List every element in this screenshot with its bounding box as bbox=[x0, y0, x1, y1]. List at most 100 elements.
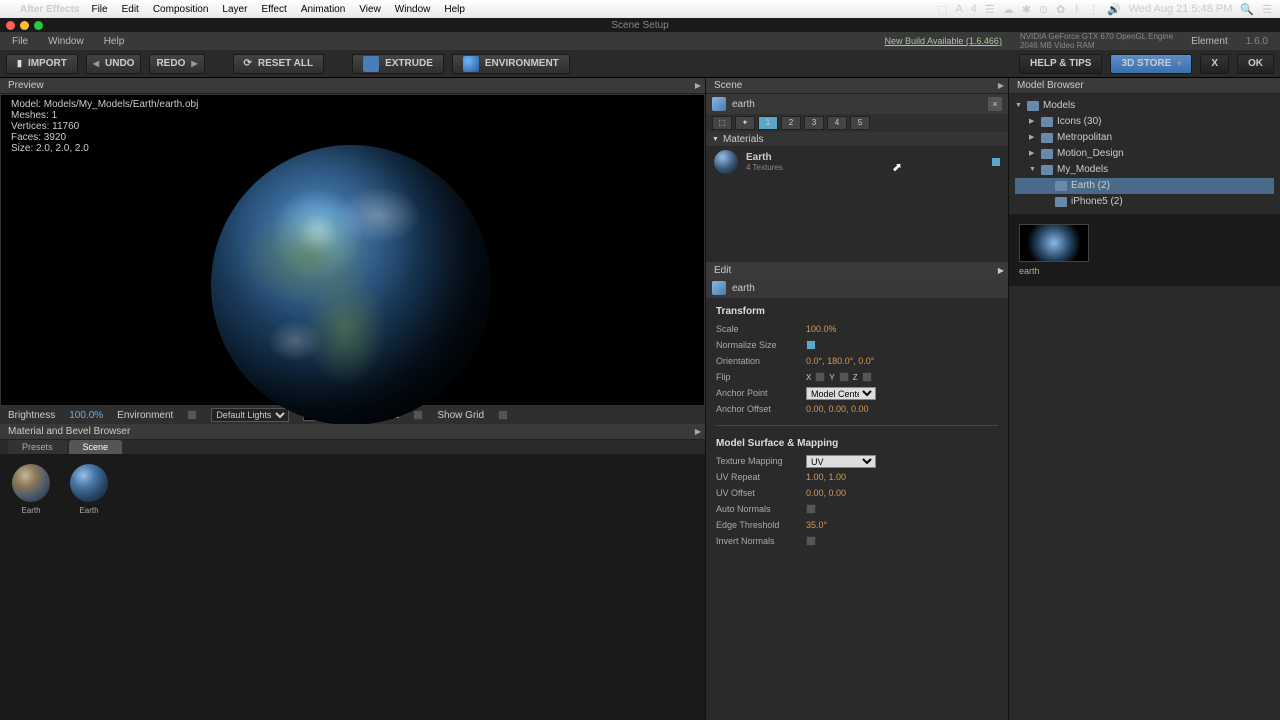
group-1-button[interactable]: 1 bbox=[758, 116, 778, 130]
tree-node-iphone5[interactable]: iPhone5 (2) bbox=[1015, 194, 1274, 210]
app-name[interactable]: After Effects bbox=[20, 4, 79, 15]
menu-animation[interactable]: Animation bbox=[301, 4, 345, 15]
group-4-button[interactable]: 4 bbox=[827, 116, 847, 130]
undo-button[interactable]: ◀UNDO bbox=[86, 54, 142, 74]
plugin-menu-window[interactable]: Window bbox=[48, 36, 84, 47]
menu-effect[interactable]: Effect bbox=[261, 4, 286, 15]
status-icon[interactable]: ☁ bbox=[1003, 3, 1014, 16]
invert-normals-checkbox[interactable] bbox=[806, 536, 816, 546]
wifi-icon[interactable]: ⋮ bbox=[1088, 3, 1099, 16]
preview-header: Preview ▶ bbox=[0, 78, 705, 94]
group-2-button[interactable]: 2 bbox=[781, 116, 801, 130]
matbrowser-header: Material and Bevel Browser ▶ bbox=[0, 424, 705, 440]
material-icon bbox=[714, 150, 738, 174]
plugin-menu-help[interactable]: Help bbox=[104, 36, 125, 47]
environment-label: Environment bbox=[117, 410, 173, 421]
status-icon[interactable]: ✿ bbox=[1056, 3, 1065, 16]
brightness-value[interactable]: 100.0% bbox=[69, 410, 103, 421]
menu-layer[interactable]: Layer bbox=[222, 4, 247, 15]
update-link[interactable]: New Build Available (1.6.466) bbox=[885, 36, 1002, 46]
spotlight-icon[interactable]: 🔍 bbox=[1240, 3, 1254, 16]
status-icon[interactable]: ☰ bbox=[985, 3, 995, 16]
tree-node-icons[interactable]: ▶Icons (30) bbox=[1015, 114, 1274, 130]
menu-composition[interactable]: Composition bbox=[153, 4, 209, 15]
tool-button[interactable]: ✦ bbox=[735, 116, 755, 130]
menu-view[interactable]: View bbox=[359, 4, 381, 15]
menu-window[interactable]: Window bbox=[395, 4, 431, 15]
material-preview-icon bbox=[70, 464, 108, 502]
earth-model[interactable] bbox=[211, 145, 491, 425]
normalize-checkbox[interactable] bbox=[806, 340, 816, 350]
remove-object-button[interactable]: × bbox=[988, 97, 1002, 111]
matbrowser-title: Material and Bevel Browser bbox=[8, 426, 130, 437]
environment-button[interactable]: ENVIRONMENT bbox=[452, 54, 570, 74]
ok-button[interactable]: OK bbox=[1237, 54, 1274, 74]
clock[interactable]: Wed Aug 21 5:48 PM bbox=[1129, 3, 1233, 15]
edge-threshold-value[interactable]: 35.0° bbox=[806, 520, 827, 530]
tab-presets[interactable]: Presets bbox=[8, 440, 67, 454]
flip-x[interactable] bbox=[815, 372, 825, 382]
menu-help[interactable]: Help bbox=[444, 4, 465, 15]
scene-object-row[interactable]: earth × bbox=[706, 94, 1008, 114]
flip-z[interactable] bbox=[862, 372, 872, 382]
tab-scene[interactable]: Scene bbox=[69, 440, 123, 454]
close-window-icon[interactable] bbox=[6, 21, 15, 30]
collapse-icon[interactable]: ▶ bbox=[695, 427, 701, 436]
tree-node-earth[interactable]: Earth (2) bbox=[1015, 178, 1274, 194]
extrude-button[interactable]: EXTRUDE bbox=[352, 54, 444, 74]
volume-icon[interactable]: 🔊 bbox=[1107, 3, 1121, 16]
import-button[interactable]: ▮ IMPORT bbox=[6, 54, 78, 74]
material-thumb[interactable]: Earth bbox=[68, 464, 110, 515]
tool-button[interactable]: ⬚ bbox=[712, 116, 732, 130]
menu-file[interactable]: File bbox=[91, 4, 107, 15]
texture-mapping-dropdown[interactable]: UV bbox=[806, 455, 876, 468]
anchor-offset-value[interactable]: 0.00, 0.00, 0.00 bbox=[806, 404, 869, 414]
collapse-icon[interactable]: ▶ bbox=[695, 81, 701, 90]
material-item[interactable]: Earth 4 Textures bbox=[706, 146, 1008, 178]
redo-button[interactable]: REDO▶ bbox=[149, 54, 204, 74]
status-icon[interactable]: ✱ bbox=[1022, 3, 1031, 16]
group-5-button[interactable]: 5 bbox=[850, 116, 870, 130]
help-button[interactable]: HELP & TIPS bbox=[1019, 54, 1103, 74]
status-icon[interactable]: ⊙ bbox=[1039, 3, 1048, 16]
collapse-icon[interactable]: ▶ bbox=[998, 266, 1004, 275]
lights-dropdown[interactable]: Default Lights bbox=[211, 408, 289, 422]
uv-repeat-value[interactable]: 1.00, 1.00 bbox=[806, 472, 846, 482]
orientation-value[interactable]: 0.0°, 180.0°, 0.0° bbox=[806, 356, 874, 366]
folder-icon bbox=[1041, 165, 1053, 175]
reset-button[interactable]: ⟳RESET ALL bbox=[233, 54, 325, 74]
scale-value[interactable]: 100.0% bbox=[806, 324, 837, 334]
flip-y[interactable] bbox=[839, 372, 849, 382]
extrude-icon bbox=[363, 56, 379, 72]
tree-node-models[interactable]: ▼Models bbox=[1015, 98, 1274, 114]
notification-icon[interactable]: ☰ bbox=[1262, 3, 1272, 16]
window-titlebar: Scene Setup bbox=[0, 18, 1280, 32]
zoom-window-icon[interactable] bbox=[34, 21, 43, 30]
status-icon[interactable]: ⬚ bbox=[937, 3, 947, 16]
grid-checkbox[interactable] bbox=[498, 410, 508, 420]
close-button[interactable]: X bbox=[1200, 54, 1229, 74]
thumbnail-label: earth bbox=[1019, 266, 1270, 276]
minimize-window-icon[interactable] bbox=[20, 21, 29, 30]
plugin-menu-file[interactable]: File bbox=[12, 36, 28, 47]
anchor-dropdown[interactable]: Model Center bbox=[806, 387, 876, 400]
plugin-menubar: File Window Help New Build Available (1.… bbox=[0, 32, 1280, 50]
group-3-button[interactable]: 3 bbox=[804, 116, 824, 130]
model-thumbnail[interactable] bbox=[1019, 224, 1089, 262]
materials-subheader[interactable]: ▼Materials bbox=[706, 132, 1008, 146]
store-button[interactable]: 3D STORE ▾ bbox=[1110, 54, 1192, 74]
status-icon[interactable]: 4 bbox=[971, 3, 977, 15]
tree-node-my-models[interactable]: ▼My_Models bbox=[1015, 162, 1274, 178]
uv-offset-value[interactable]: 0.00, 0.00 bbox=[806, 488, 846, 498]
bluetooth-icon[interactable]: ᚼ bbox=[1073, 3, 1080, 15]
draft-checkbox[interactable] bbox=[413, 410, 423, 420]
auto-normals-checkbox[interactable] bbox=[806, 504, 816, 514]
collapse-icon[interactable]: ▶ bbox=[998, 81, 1004, 90]
menu-edit[interactable]: Edit bbox=[122, 4, 139, 15]
tree-node-metropolitan[interactable]: ▶Metropolitan bbox=[1015, 130, 1274, 146]
material-thumb[interactable]: Earth bbox=[10, 464, 52, 515]
preview-viewport[interactable]: Model: Models/My_Models/Earth/earth.obj … bbox=[0, 94, 705, 406]
environment-checkbox[interactable] bbox=[187, 410, 197, 420]
tree-node-motion-design[interactable]: ▶Motion_Design bbox=[1015, 146, 1274, 162]
status-icon[interactable]: A bbox=[955, 3, 962, 15]
